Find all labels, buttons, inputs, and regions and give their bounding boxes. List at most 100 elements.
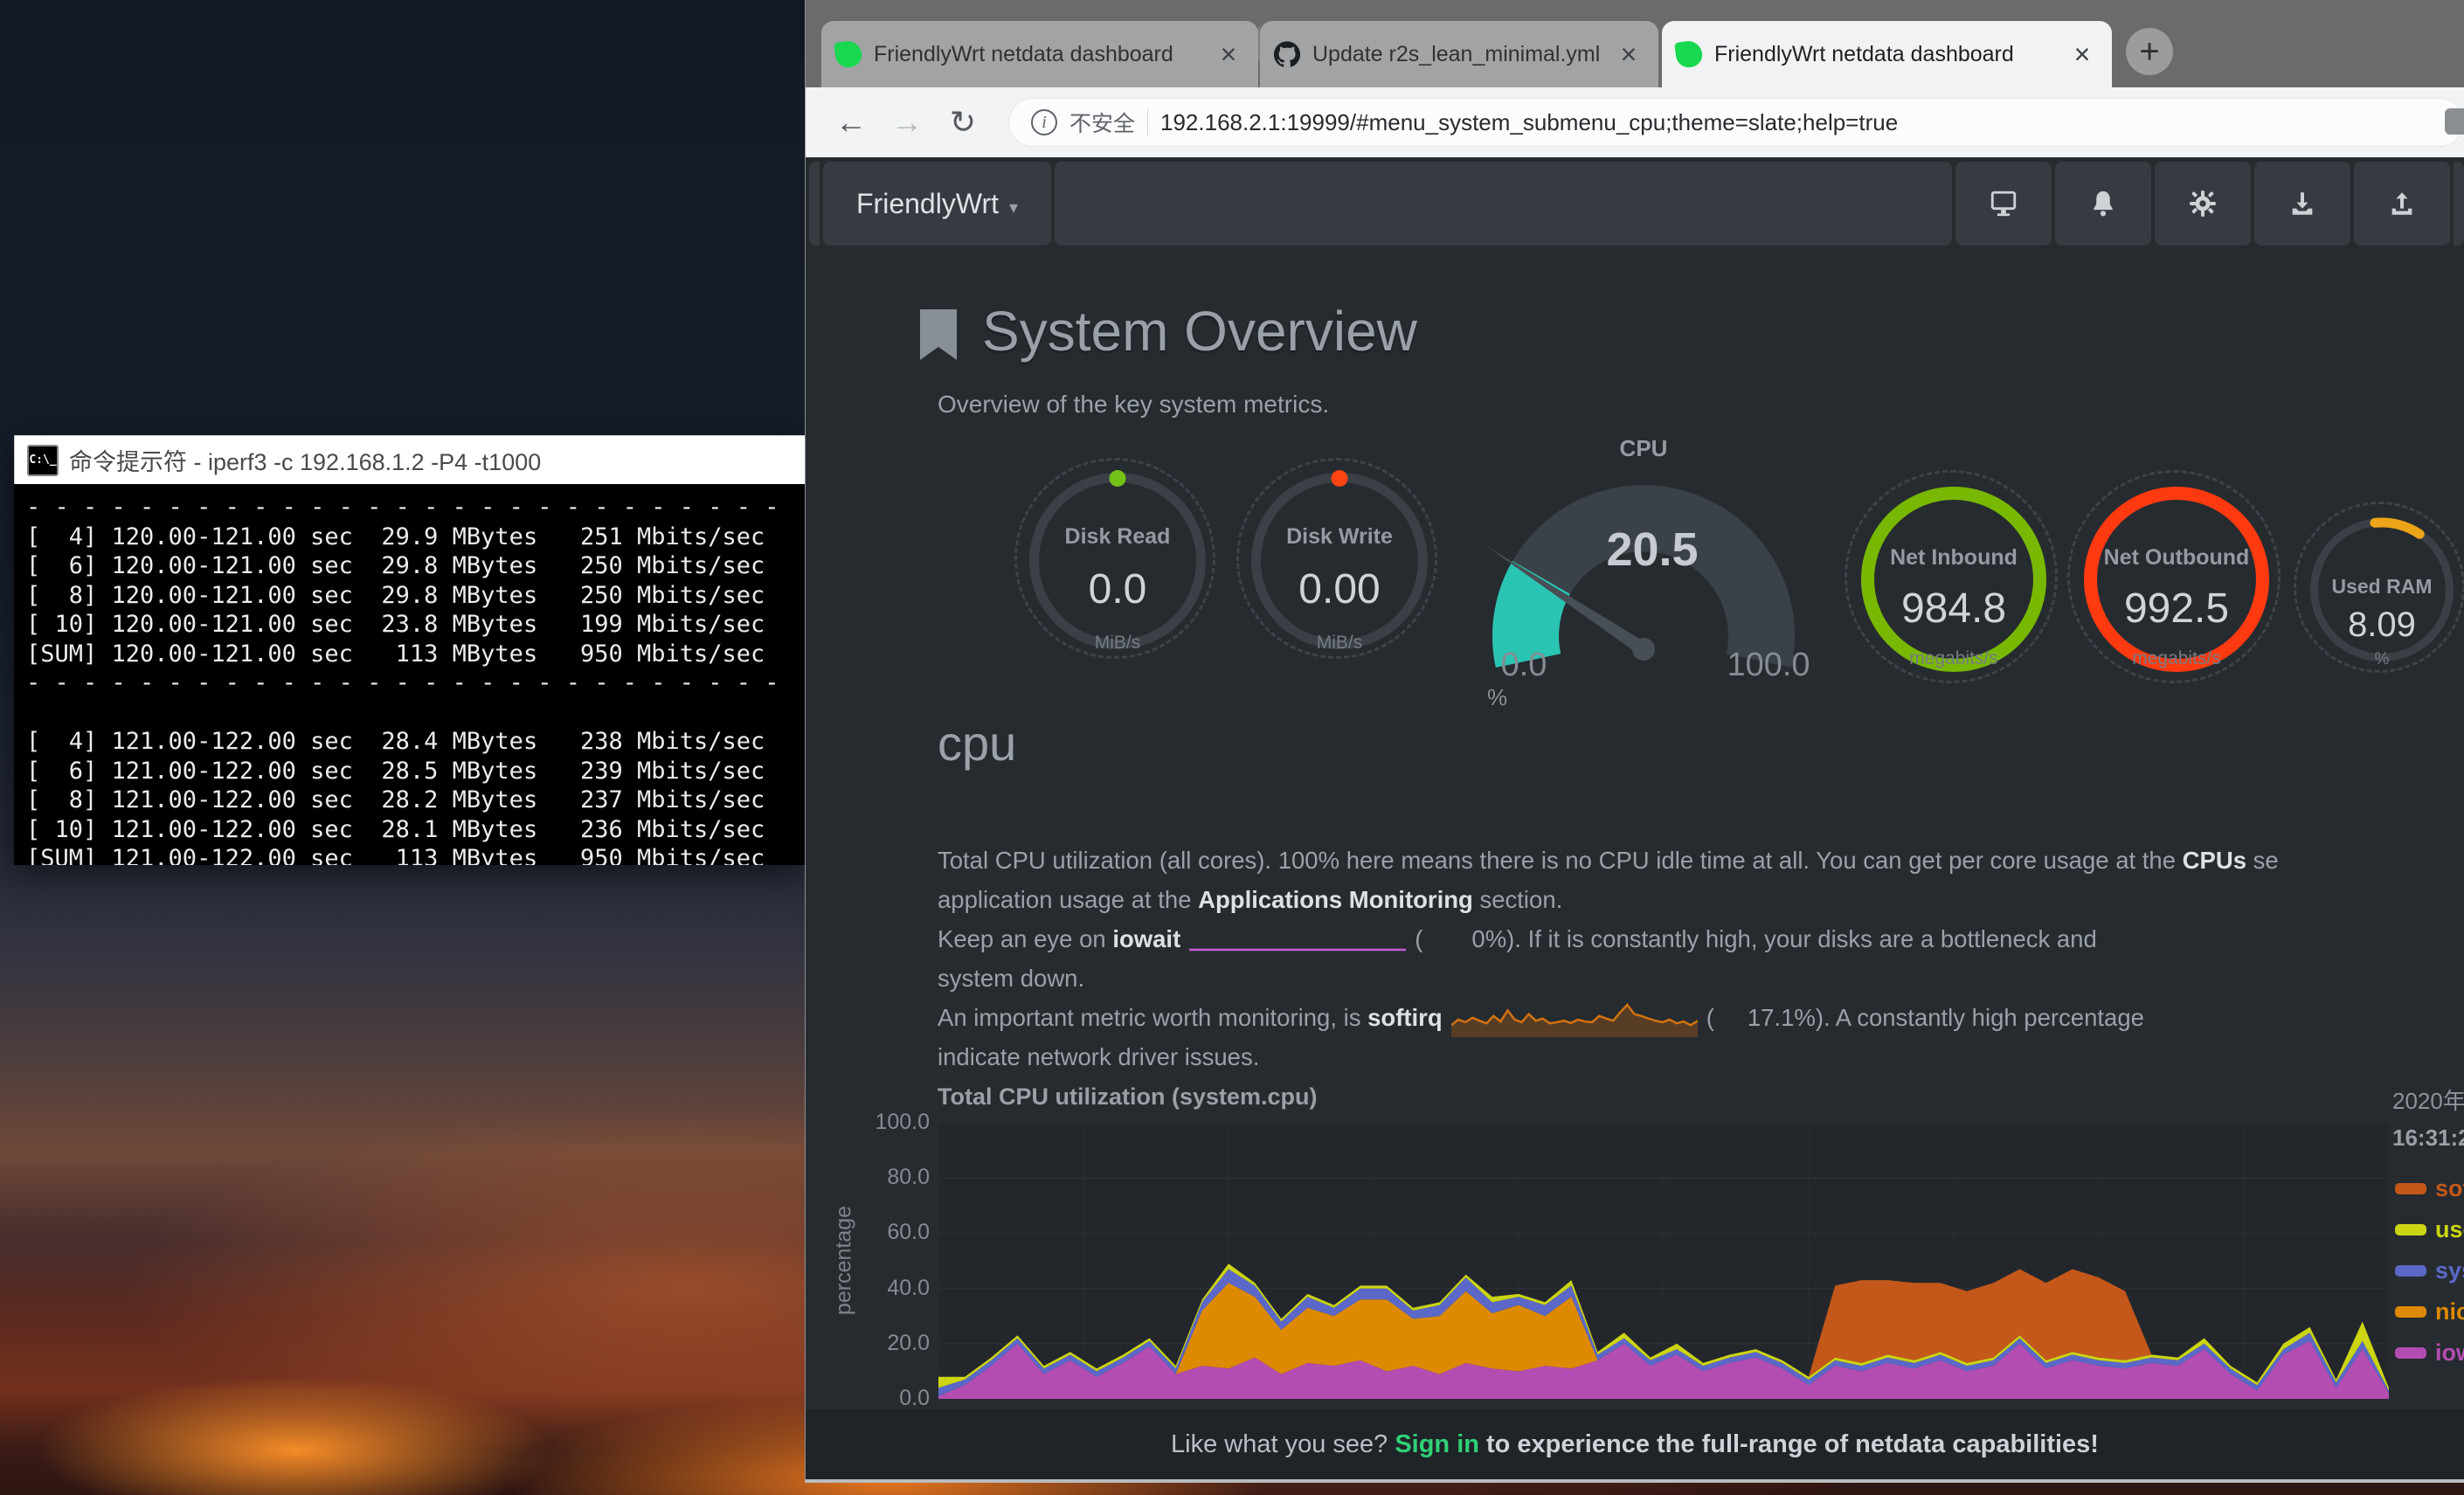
terminal-blank-line bbox=[26, 698, 806, 728]
tab-close-icon[interactable]: × bbox=[1213, 38, 1244, 71]
alarms-button[interactable] bbox=[2055, 162, 2151, 246]
tab-strip: FriendlyWrt netdata dashboard × Update r… bbox=[806, 0, 2464, 87]
tab-netdata-1[interactable]: FriendlyWrt netdata dashboard × bbox=[821, 21, 1258, 87]
netdata-favicon-icon bbox=[1674, 39, 1704, 69]
terminal-window[interactable]: C:\_ 命令提示符 - iperf3 -c 192.168.1.2 -P4 -… bbox=[14, 435, 806, 865]
net-inbound-gauge: Net Inbound 984.8 megabits/s bbox=[1845, 470, 2058, 683]
netdata-page: FriendlyWrt ▾ bbox=[806, 157, 2464, 1479]
legend-item-softirq[interactable]: softirq bbox=[2395, 1175, 2464, 1201]
cpu-desc-line-1: Total CPU utilization (all cores). 100% … bbox=[938, 841, 2464, 880]
y-tick: 100.0 bbox=[851, 1110, 930, 1135]
host-name: FriendlyWrt bbox=[856, 188, 999, 220]
tab-close-icon[interactable]: × bbox=[1613, 38, 1644, 71]
chart-timestamp: 2020年3 16:31:2 bbox=[2392, 1083, 2464, 1152]
cpu-desc-line-2: application usage at the Applications Mo… bbox=[938, 880, 2464, 919]
legend-swatch bbox=[2395, 1265, 2426, 1277]
back-button[interactable]: ← bbox=[827, 104, 876, 141]
legend-swatch bbox=[2395, 1306, 2426, 1318]
netdata-navbar: FriendlyWrt ▾ bbox=[806, 157, 2464, 250]
terminal-row: [ 8] 121.00-122.00 sec 28.2 MBytes 237 M… bbox=[26, 786, 806, 815]
cpu-gauge-min: 0.0 bbox=[1501, 647, 1547, 683]
gauge-value: 984.8 bbox=[1901, 585, 2006, 633]
tab-close-icon[interactable]: × bbox=[2066, 38, 2098, 71]
terminal-separator: - - - - - - - - - - - - - - - - - - - - … bbox=[26, 493, 806, 523]
softirq-sparkline bbox=[1451, 1000, 1698, 1037]
chart-plot-area[interactable] bbox=[938, 1123, 2389, 1399]
browser-window: FriendlyWrt netdata dashboard × Update r… bbox=[805, 0, 2464, 1483]
omnibox-divider bbox=[1147, 109, 1148, 135]
y-tick: 80.0 bbox=[851, 1165, 930, 1190]
host-dropdown[interactable]: FriendlyWrt ▾ bbox=[823, 162, 1051, 246]
iowait-sparkline bbox=[1189, 930, 1406, 952]
terminal-row: [SUM] 121.00-122.00 sec 113 MBytes 950 M… bbox=[26, 844, 806, 865]
download-icon bbox=[2288, 189, 2317, 218]
terminal-row: [ 6] 120.00-121.00 sec 29.8 MBytes 250 M… bbox=[26, 551, 806, 581]
terminal-title: 命令提示符 - iperf3 -c 192.168.1.2 -P4 -t1000 bbox=[69, 443, 541, 477]
navbar-edge-segment bbox=[2454, 162, 2464, 246]
new-tab-button[interactable]: + bbox=[2126, 28, 2173, 75]
gauge-value: 0.0 bbox=[1089, 565, 1147, 613]
used-ram-gauge: Used RAM 8.09 % bbox=[2294, 502, 2464, 673]
chevron-down-icon: ▾ bbox=[1009, 190, 1018, 218]
terminal-row: [ 10] 120.00-121.00 sec 23.8 MBytes 199 … bbox=[26, 610, 806, 640]
disk-write-gauge: Disk Write 0.00 MiB/s bbox=[1236, 458, 1437, 659]
terminal-row: [SUM] 120.00-121.00 sec 113 MBytes 950 M… bbox=[26, 640, 806, 669]
signin-banner: Like what you see? Sign in to experience… bbox=[806, 1408, 2464, 1479]
legend-swatch bbox=[2395, 1224, 2426, 1235]
cpu-utilization-chart: Total CPU utilization (system.cpu) 2020年… bbox=[806, 1083, 2464, 1408]
gauge-label: Net Outbound bbox=[2104, 545, 2250, 571]
gauge-unit: megabits/s bbox=[1909, 648, 1998, 669]
reload-button[interactable]: ↻ bbox=[938, 104, 987, 141]
site-info-icon[interactable]: i bbox=[1031, 109, 1057, 135]
url-text[interactable]: 192.168.2.1:19999/#menu_system_submenu_c… bbox=[1160, 109, 1898, 136]
cpu-gauge[interactable]: 20.5 0.0 100.0 % bbox=[1473, 467, 1814, 712]
github-favicon-icon bbox=[1274, 41, 1300, 67]
legend-swatch bbox=[2395, 1347, 2426, 1359]
import-snapshot-button[interactable] bbox=[2254, 162, 2350, 246]
cpu-section-heading: cpu bbox=[938, 715, 1016, 772]
gauge-label: Disk Write bbox=[1286, 524, 1393, 550]
navbar-spacer bbox=[1055, 162, 1952, 246]
terminal-titlebar[interactable]: C:\_ 命令提示符 - iperf3 -c 192.168.1.2 -P4 -… bbox=[14, 435, 806, 484]
used-ram-arc bbox=[2296, 504, 2464, 675]
export-snapshot-button[interactable] bbox=[2354, 162, 2450, 246]
tab-netdata-2-active[interactable]: FriendlyWrt netdata dashboard × bbox=[1662, 21, 2112, 87]
gauge-unit: megabits/s bbox=[2132, 648, 2221, 669]
print-mode-button[interactable] bbox=[1955, 162, 2052, 246]
toolbar-partial-icon[interactable] bbox=[2445, 108, 2464, 135]
net-outbound-gauge: Net Outbound 992.5 megabits/s bbox=[2067, 470, 2281, 683]
signin-pre-text: Like what you see? bbox=[1171, 1430, 1388, 1459]
cpu-gauge-svg: 20.5 0.0 100.0 % bbox=[1473, 467, 1814, 712]
forward-button[interactable]: → bbox=[882, 104, 931, 141]
y-axis-label: percentage bbox=[832, 1182, 857, 1339]
settings-button[interactable] bbox=[2155, 162, 2251, 246]
cpu-desc-line-4: system down. bbox=[938, 959, 2464, 998]
page-title: System Overview bbox=[982, 299, 1417, 363]
gear-icon bbox=[2188, 189, 2218, 218]
gauge-value: 992.5 bbox=[2124, 585, 2229, 633]
terminal-separator: - - - - - - - - - - - - - - - - - - - - … bbox=[26, 668, 806, 698]
cpus-link[interactable]: CPUs bbox=[2183, 847, 2246, 874]
gauge-label: Disk Read bbox=[1065, 524, 1171, 550]
tab-github[interactable]: Update r2s_lean_minimal.yml · k × bbox=[1260, 21, 1658, 87]
cpu-gauge-label: CPU bbox=[1556, 435, 1731, 462]
tab-label: Update r2s_lean_minimal.yml · k bbox=[1312, 42, 1601, 67]
signin-link[interactable]: Sign in bbox=[1395, 1430, 1479, 1459]
legend-item-iowait[interactable]: iowait bbox=[2395, 1339, 2464, 1366]
legend-item-user[interactable]: user bbox=[2395, 1216, 2464, 1242]
monitor-icon bbox=[1989, 189, 2018, 218]
legend-item-system[interactable]: system bbox=[2395, 1257, 2464, 1284]
terminal-row: [ 8] 120.00-121.00 sec 29.8 MBytes 250 M… bbox=[26, 581, 806, 611]
address-bar[interactable]: i 不安全 192.168.2.1:19999/#menu_system_sub… bbox=[1008, 98, 2464, 147]
browser-toolbar: ← → ↻ i 不安全 192.168.2.1:19999/#menu_syst… bbox=[806, 87, 2464, 157]
net-inbound-ring: Net Inbound 984.8 megabits/s bbox=[1861, 487, 2046, 672]
bookmark-icon bbox=[917, 309, 960, 363]
applications-monitoring-link[interactable]: Applications Monitoring bbox=[1198, 886, 1473, 913]
y-tick: 40.0 bbox=[851, 1276, 930, 1301]
tab-label: FriendlyWrt netdata dashboard bbox=[1714, 42, 2054, 67]
cpu-gauge-unit: % bbox=[1487, 684, 1507, 710]
tab-label: FriendlyWrt netdata dashboard bbox=[874, 42, 1201, 67]
legend-item-nice[interactable]: nice bbox=[2395, 1298, 2464, 1325]
desktop: C:\_ 命令提示符 - iperf3 -c 192.168.1.2 -P4 -… bbox=[0, 0, 2464, 1495]
security-label: 不安全 bbox=[1069, 107, 1135, 138]
